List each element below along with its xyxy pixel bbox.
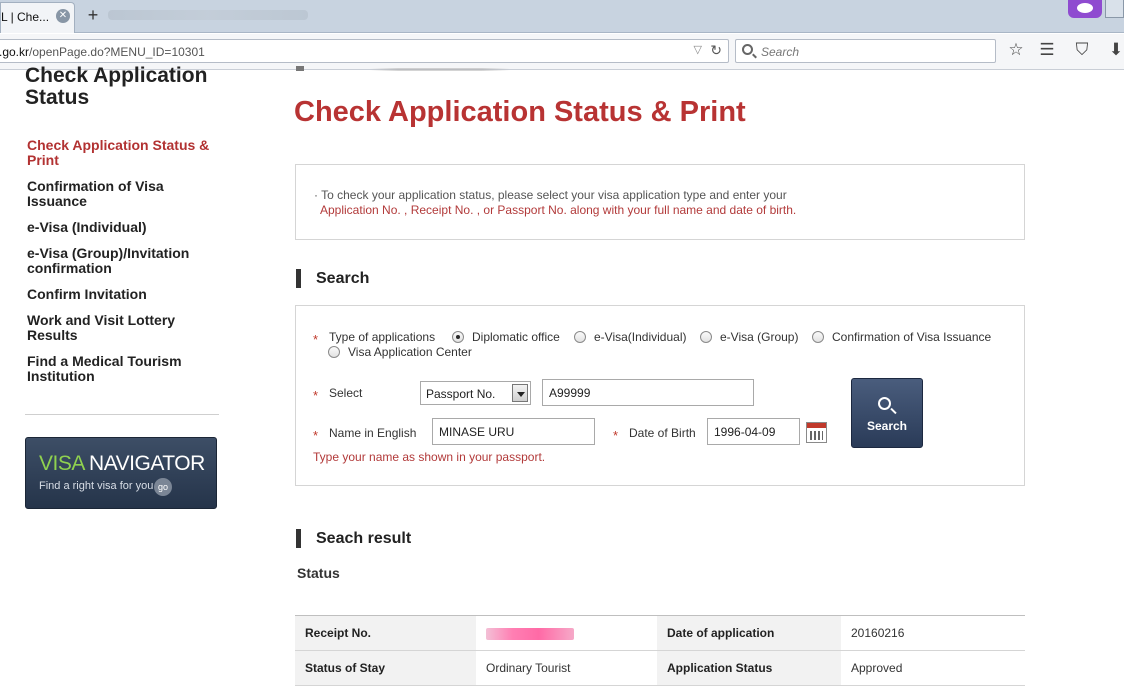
sidebar-title: Check Application Status xyxy=(25,64,208,109)
status-label: Status xyxy=(297,565,340,581)
private-browsing-icon xyxy=(1068,0,1102,18)
info-box: · To check your application status, plea… xyxy=(295,164,1025,240)
table-row: Status of Stay Ordinary Tourist Applicat… xyxy=(295,650,1025,686)
new-tab-button[interactable]: + xyxy=(83,5,103,25)
visa-navigator-banner[interactable]: VISA NAVIGATOR Find a right visa for you… xyxy=(25,437,217,509)
tab-title: L | Che... xyxy=(1,10,50,24)
breadcrumb-home-icon xyxy=(296,66,304,71)
banner-subtitle: Find a right visa for you xyxy=(39,480,154,492)
required-marker: * xyxy=(313,332,319,347)
radio-label-confirmation-visa-issuance: Confirmation of Visa Issuance xyxy=(832,330,992,344)
radio-evisa-group[interactable] xyxy=(700,331,712,343)
url-bar[interactable]: .go.kr/openPage.do?MENU_ID=10301 ▽ ↻ xyxy=(0,39,729,63)
dob-input[interactable] xyxy=(707,418,800,445)
required-marker: * xyxy=(613,428,619,443)
reload-icon[interactable]: ↻ xyxy=(710,42,722,59)
result-section-heading: Seach result xyxy=(296,529,411,548)
reading-list-icon[interactable]: ☰ xyxy=(1037,40,1057,60)
radio-label-evisa-individual: e-Visa(Individual) xyxy=(594,330,687,344)
search-icon xyxy=(878,397,891,410)
id-type-select[interactable]: Passport No. xyxy=(420,381,531,405)
close-tab-icon[interactable]: ✕ xyxy=(56,9,70,23)
redacted-value xyxy=(486,627,574,640)
page-title: Check Application Status & Print xyxy=(294,96,746,128)
sidebar-item-evisa-group[interactable]: e-Visa (Group)/Invitation confirmation xyxy=(27,246,227,276)
radio-diplomatic-office[interactable] xyxy=(452,331,464,343)
sidebar-item-check-status[interactable]: Check Application Status & Print xyxy=(27,138,227,168)
url-text: .go.kr/openPage.do?MENU_ID=10301 xyxy=(0,45,205,59)
table-header-cell: Date of application xyxy=(657,615,841,651)
required-marker: * xyxy=(313,388,319,403)
sidebar-item-medical-tourism[interactable]: Find a Medical Tourism Institution xyxy=(27,354,227,384)
sidebar-divider xyxy=(25,414,219,415)
info-text-line2: Application No. , Receipt No. , or Passp… xyxy=(320,203,797,217)
search-form: * Type of applications Diplomatic office… xyxy=(295,305,1025,486)
banner-title: VISA NAVIGATOR xyxy=(39,452,205,475)
sidebar-nav: Check Application Status & Print Confirm… xyxy=(27,138,227,395)
blurred-tab[interactable] xyxy=(108,10,308,20)
sidebar-item-evisa-individual[interactable]: e-Visa (Individual) xyxy=(27,220,227,235)
search-button[interactable]: Search xyxy=(851,378,923,448)
sidebar-item-confirmation-visa-issuance[interactable]: Confirmation of Visa Issuance xyxy=(27,179,227,209)
type-label: Type of applications xyxy=(329,330,436,344)
dob-label: Date of Birth xyxy=(629,426,696,440)
select-label: Select xyxy=(329,386,363,400)
table-row: Receipt No. Date of application 20160216 xyxy=(295,615,1025,651)
result-table: Receipt No. Date of application 20160216… xyxy=(295,615,1025,686)
id-number-input[interactable] xyxy=(542,379,754,406)
id-type-select-value: Passport No. xyxy=(426,387,496,401)
browser-search-input[interactable]: Search xyxy=(735,39,996,63)
calendar-icon[interactable] xyxy=(806,422,827,443)
name-hint: Type your name as shown in your passport… xyxy=(313,450,546,464)
sidebar-item-confirm-invitation[interactable]: Confirm Invitation xyxy=(27,287,227,302)
table-cell: Approved xyxy=(841,650,1025,686)
table-cell: Ordinary Tourist xyxy=(476,650,657,686)
radio-label-diplomatic-office: Diplomatic office xyxy=(472,330,560,344)
name-label: Name in English xyxy=(329,426,417,440)
url-dropdown-icon[interactable]: ▽ xyxy=(694,43,702,56)
radio-label-evisa-group: e-Visa (Group) xyxy=(720,330,799,344)
pocket-icon[interactable]: ⛉ xyxy=(1072,40,1092,60)
table-cell xyxy=(476,615,657,651)
chevron-down-icon[interactable] xyxy=(512,384,528,402)
search-section-heading: Search xyxy=(296,269,369,288)
info-text-line1: · To check your application status, plea… xyxy=(314,188,787,202)
radio-label-visa-application-center: Visa Application Center xyxy=(348,345,472,359)
search-button-label: Search xyxy=(866,419,908,433)
breadcrumb xyxy=(370,68,510,71)
bookmark-star-icon[interactable]: ☆ xyxy=(1006,40,1026,60)
radio-confirmation-visa-issuance[interactable] xyxy=(812,331,824,343)
sidebar-item-lottery-results[interactable]: Work and Visit Lottery Results xyxy=(27,313,227,343)
table-cell: 20160216 xyxy=(841,615,1025,651)
search-placeholder: Search xyxy=(761,45,800,59)
browser-tab[interactable]: L | Che... ✕ xyxy=(0,2,75,33)
radio-visa-application-center[interactable] xyxy=(328,346,340,358)
search-icon xyxy=(742,44,753,55)
required-marker: * xyxy=(313,428,319,443)
browser-tab-strip: L | Che... ✕ + xyxy=(0,0,1124,33)
table-header-cell: Status of Stay xyxy=(295,650,476,686)
table-header-cell: Application Status xyxy=(657,650,841,686)
name-input[interactable] xyxy=(432,418,595,445)
download-icon[interactable]: ⬇ xyxy=(1106,40,1124,60)
radio-evisa-individual[interactable] xyxy=(574,331,586,343)
table-header-cell: Receipt No. xyxy=(295,615,476,651)
window-control-button[interactable] xyxy=(1105,0,1124,18)
go-icon[interactable]: go xyxy=(154,478,172,496)
